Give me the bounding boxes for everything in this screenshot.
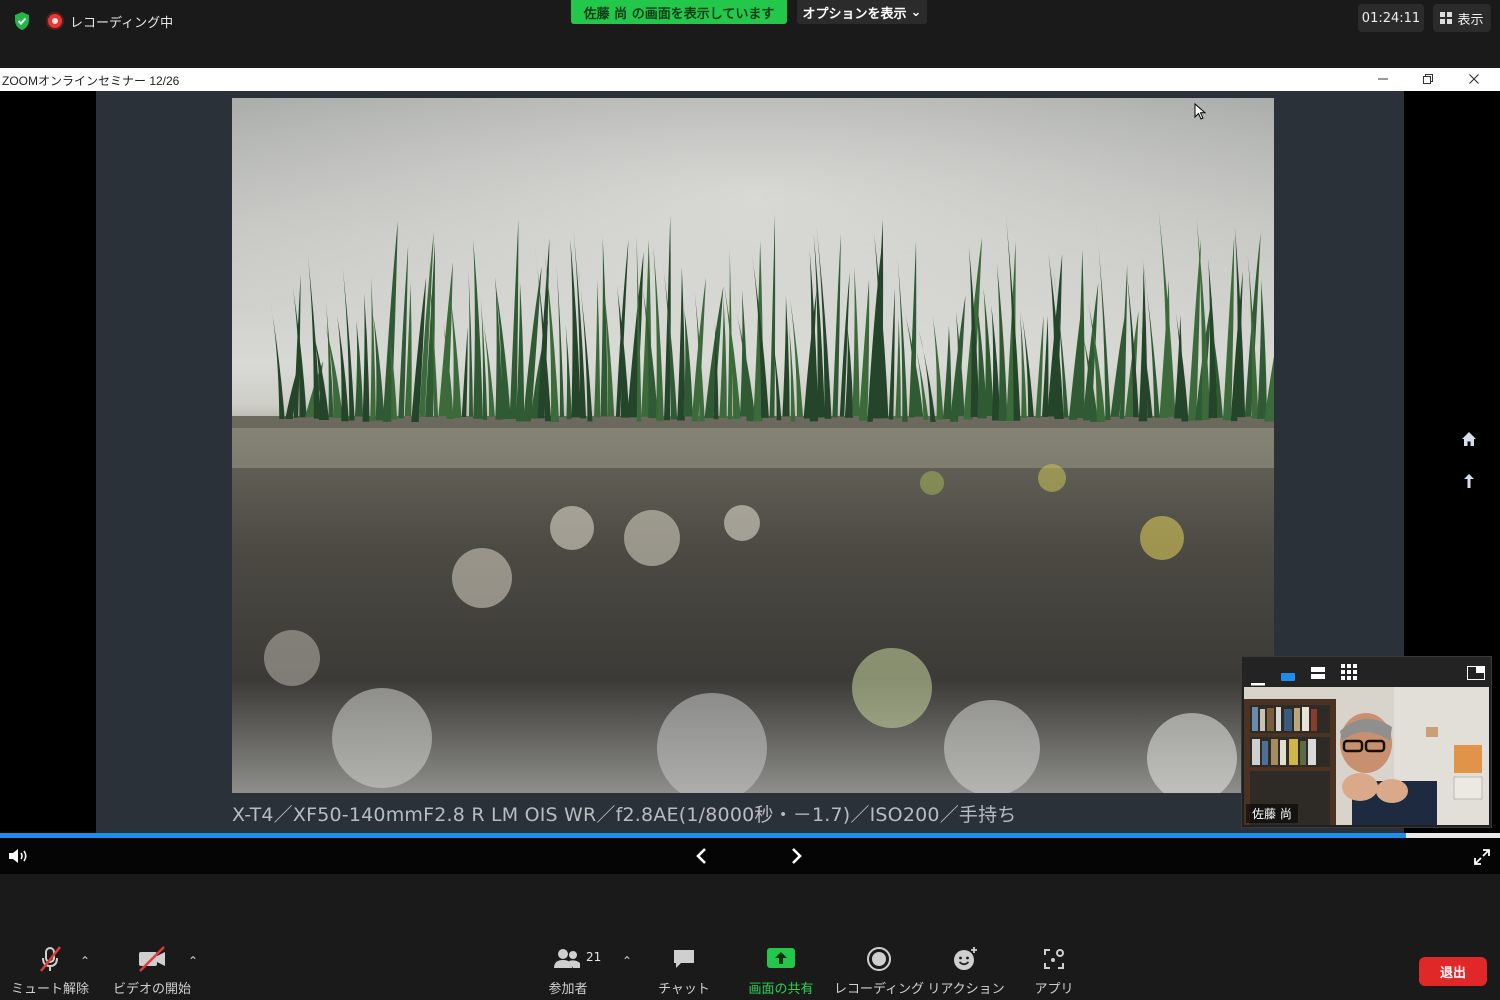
view-label: 表示 [1457,12,1484,28]
participants-count: 21 [586,950,602,964]
participants-options-caret-icon[interactable]: ⌃ [622,954,632,968]
apps-label: アプリ [1034,982,1074,997]
elapsed-timer: 01:24:11 [1358,4,1424,32]
security-shield-icon[interactable] [11,10,33,32]
participants-icon [520,944,616,974]
chat-label: チャット [658,982,710,997]
participant-video-thumbnail[interactable]: 佐藤 尚 [1241,656,1492,828]
view-options-label: オプションを表示 [802,6,907,22]
share-screen-button[interactable]: 画面の共有 [733,944,829,997]
home-icon[interactable] [1459,429,1479,449]
record-button[interactable]: レコーディング [831,944,927,997]
record-icon [831,944,927,974]
participant-video: 佐藤 尚 [1244,687,1489,825]
start-video-label: ビデオの開始 [112,982,191,997]
apps-button[interactable]: アプリ [1006,944,1102,997]
single-video-icon[interactable] [1281,667,1295,686]
meeting-toolbar: ミュート解除 ⌃ ビデオの開始 ⌃ 参加者 21 ⌃ チャット 画面の共有 レコ… [0,874,1500,1000]
reactions-button[interactable]: リアクション [918,944,1014,997]
fullscreen-expand-icon[interactable] [1473,848,1491,870]
unmute-button[interactable]: ミュート解除 [2,944,98,997]
participants-button[interactable]: 参加者 [520,944,616,997]
record-label: レコーディング [833,982,925,997]
pop-out-video-icon[interactable] [1467,665,1485,684]
grid-video-icon[interactable] [1341,664,1357,684]
window-title: ZOOMオンラインセミナー 12/26 [2,74,180,88]
recording-dot-icon [48,14,62,28]
view-options-button[interactable]: オプションを表示 ⌄ [797,0,927,24]
shared-window-titlebar: ZOOMオンラインセミナー 12/26 [0,68,1500,91]
chevron-down-icon: ⌄ [910,4,922,20]
minimize-icon[interactable] [1373,70,1393,88]
mouse-cursor-icon [1194,102,1207,125]
stacked-video-icon[interactable] [1311,665,1325,684]
leave-meeting-button[interactable]: 退出 [1419,957,1487,986]
previous-slide-icon[interactable] [694,847,708,869]
chat-bubble-icon [636,944,732,974]
screen-sharing-banner: 佐藤 尚 の画面を表示しています [571,0,787,24]
video-options-caret-icon[interactable]: ⌃ [188,954,198,968]
participant-name-label: 佐藤 尚 [1246,804,1298,823]
chat-button[interactable]: チャット [636,944,732,997]
video-off-icon [104,944,200,974]
share-screen-label: 画面の共有 [748,982,814,997]
restore-icon[interactable] [1418,70,1438,88]
recording-indicator[interactable]: レコーディング中 [48,11,173,31]
recording-label: レコーディング中 [70,15,174,31]
presentation-slide: X-T4／XF50-140mmF2.8 R LM OIS WR／f2.8AE(1… [96,91,1404,833]
return-arrow-icon[interactable] [1459,471,1479,491]
photo-caption: X-T4／XF50-140mmF2.8 R LM OIS WR／f2.8AE(1… [232,804,1017,826]
slide-photo [232,98,1274,793]
share-screen-icon [733,944,829,974]
close-icon[interactable] [1464,70,1484,88]
view-layout-button[interactable]: 表示 [1433,4,1491,32]
speaker-volume-icon[interactable] [8,848,30,868]
audio-options-caret-icon[interactable]: ⌃ [80,954,90,968]
reactions-label: リアクション [927,982,1005,997]
thumbnail-toolbar [1242,657,1491,687]
unmute-label: ミュート解除 [10,982,89,997]
start-video-button[interactable]: ビデオの開始 [104,944,200,997]
apps-icon [1006,944,1102,974]
next-slide-icon[interactable] [790,847,804,869]
meeting-top-bar: レコーディング中 佐藤 尚 の画面を表示しています オプションを表示 ⌄ 01:… [0,0,1500,68]
participants-label: 参加者 [548,982,588,997]
emoji-plus-icon [918,944,1014,974]
slide-control-bar [0,838,1500,874]
grid-view-icon [1440,12,1453,24]
